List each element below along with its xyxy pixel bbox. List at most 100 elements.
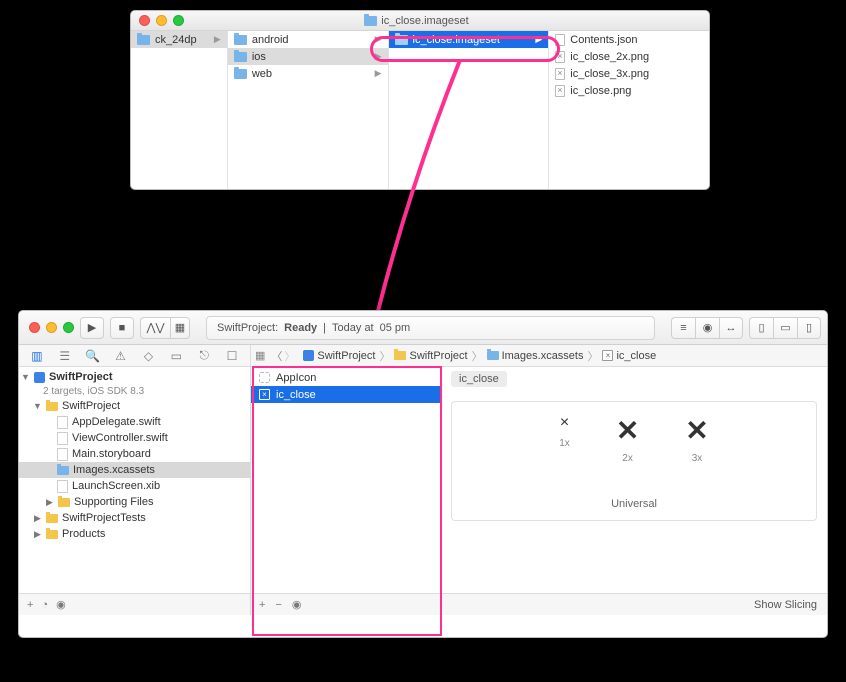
imageset-icon: × <box>602 350 613 361</box>
image-file-icon <box>555 68 565 80</box>
column-0[interactable]: ck_24dp ▶ <box>131 31 228 189</box>
tree-row[interactable]: ▶ Supporting Files <box>19 494 250 510</box>
list-item[interactable]: ic_close.png <box>549 82 709 99</box>
left-panel-icon[interactable]: ▯ <box>749 317 773 339</box>
canvas-header: ic_close <box>441 367 827 391</box>
stop-button[interactable]: ■ <box>110 317 134 339</box>
destination-icon[interactable]: ▦ <box>170 317 190 339</box>
close-glyph-icon: ✕ <box>616 414 639 447</box>
disclosure-icon[interactable]: ▶ <box>45 497 54 508</box>
swift-file-icon <box>57 416 68 429</box>
scale-label: 3x <box>692 453 703 464</box>
close-icon[interactable] <box>29 322 40 333</box>
list-item[interactable]: android ▶ <box>228 31 388 48</box>
tree-row[interactable]: AppDelegate.swift <box>19 414 250 430</box>
tree-row[interactable]: ▼ SwiftProject <box>19 369 250 385</box>
list-item[interactable]: ic_close_2x.png <box>549 48 709 65</box>
scheme-selector[interactable]: ⋀⋁ ▦ <box>140 317 190 339</box>
filter-recent-icon[interactable]: ◔ <box>41 599 48 611</box>
item-label: ic_close.png <box>570 85 631 97</box>
jump-segment[interactable]: ×ic_close <box>602 350 656 362</box>
issue-nav-icon[interactable]: ⚠ <box>107 349 135 363</box>
standard-editor-icon[interactable]: ≡ <box>671 317 695 339</box>
tree-row[interactable]: Main.storyboard <box>19 446 250 462</box>
list-item[interactable]: Contents.json <box>549 31 709 48</box>
activity-view[interactable]: SwiftProject: Ready | Today at 05 pm <box>206 316 655 340</box>
remove-button[interactable]: − <box>275 599 281 611</box>
titlebar[interactable]: ic_close.imageset <box>131 11 709 31</box>
tree-label: SwiftProject <box>49 371 113 383</box>
zoom-icon[interactable] <box>173 15 184 26</box>
set-name-badge[interactable]: ic_close <box>451 371 507 387</box>
navigator-footer: + ◔ ◉ <box>19 593 250 615</box>
list-item[interactable]: web ▶ <box>228 65 388 82</box>
asset-outline[interactable]: AppIcon × ic_close + − ◉ <box>251 367 441 615</box>
bottom-panel-icon[interactable]: ▭ <box>773 317 797 339</box>
project-navigator[interactable]: ▼ SwiftProject 2 targets, iOS SDK 8.3 ▼ … <box>19 367 251 615</box>
version-editor-icon[interactable]: ↔ <box>719 317 743 339</box>
filter-icon[interactable]: ◉ <box>292 598 302 611</box>
list-item[interactable]: ck_24dp ▶ <box>131 31 227 48</box>
tree-row[interactable]: ▶ Products <box>19 526 250 542</box>
list-item[interactable]: ios ▶ <box>228 48 388 65</box>
related-icon[interactable]: ▦ <box>255 349 265 362</box>
list-item[interactable]: ic_close.imageset ▶ <box>389 31 549 48</box>
list-item[interactable]: ic_close_3x.png <box>549 65 709 82</box>
back-icon[interactable]: 〈 <box>271 348 282 364</box>
item-label: ic_close_2x.png <box>570 51 649 63</box>
scheme-icon[interactable]: ⋀⋁ <box>140 317 170 339</box>
minimize-icon[interactable] <box>46 322 57 333</box>
image-slot[interactable]: ✕ 2x <box>616 414 639 464</box>
tree-row[interactable]: ViewController.swift <box>19 430 250 446</box>
right-panel-icon[interactable]: ▯ <box>797 317 821 339</box>
jump-bar[interactable]: ▦ 〈 〉 SwiftProject 〉 SwiftProject 〉 Imag… <box>251 345 827 366</box>
panel-toggles[interactable]: ▯ ▭ ▯ <box>749 317 821 339</box>
tree-subtitle: 2 targets, iOS SDK 8.3 <box>19 385 250 398</box>
run-button[interactable]: ▶ <box>80 317 104 339</box>
asset-label: ic_close <box>276 389 316 401</box>
project-nav-icon[interactable]: ▥ <box>23 349 51 363</box>
forward-icon[interactable]: 〉 <box>284 348 295 364</box>
jump-segment[interactable]: SwiftProject <box>303 350 375 362</box>
tree-row[interactable]: ▼ SwiftProject <box>19 398 250 414</box>
close-icon[interactable] <box>139 15 150 26</box>
image-slot[interactable]: ✕ 3x <box>685 414 708 464</box>
asset-row[interactable]: × ic_close <box>251 386 440 403</box>
tree-row[interactable]: Images.xcassets <box>19 462 250 478</box>
symbol-nav-icon[interactable]: ☰ <box>51 349 79 363</box>
jump-segment[interactable]: Images.xcassets <box>487 350 584 362</box>
folder-icon <box>137 35 150 45</box>
add-button[interactable]: + <box>27 599 33 611</box>
asset-list[interactable]: AppIcon × ic_close <box>251 367 440 593</box>
add-button[interactable]: + <box>259 599 265 611</box>
zoom-icon[interactable] <box>63 322 74 333</box>
tree-row[interactable]: ▶ SwiftProjectTests <box>19 510 250 526</box>
column-1[interactable]: android ▶ ios ▶ web ▶ <box>228 31 389 189</box>
jump-segment[interactable]: SwiftProject <box>394 350 467 362</box>
disclosure-icon[interactable]: ▼ <box>33 401 42 411</box>
column-2[interactable]: ic_close.imageset ▶ <box>389 31 550 189</box>
debug-nav-icon[interactable]: ▭ <box>162 349 190 363</box>
navigator-tabs[interactable]: ▥ ☰ 🔍 ⚠ ◇ ▭ ⎋ ☐ <box>19 345 251 366</box>
asset-row[interactable]: AppIcon <box>251 369 440 386</box>
disclosure-icon[interactable]: ▶ <box>33 513 42 524</box>
breakpoint-nav-icon[interactable]: ⎋ <box>190 348 218 363</box>
asset-footer: + − ◉ <box>251 593 440 615</box>
disclosure-icon[interactable]: ▼ <box>21 372 30 382</box>
tree[interactable]: ▼ SwiftProject 2 targets, iOS SDK 8.3 ▼ … <box>19 367 250 593</box>
tree-label: Images.xcassets <box>73 464 155 476</box>
item-label: android <box>252 34 289 46</box>
find-nav-icon[interactable]: 🔍 <box>79 349 107 363</box>
tree-label: Supporting Files <box>74 496 154 508</box>
column-3[interactable]: Contents.json ic_close_2x.png ic_close_3… <box>549 31 709 189</box>
disclosure-icon[interactable]: ▶ <box>33 529 42 540</box>
test-nav-icon[interactable]: ◇ <box>135 349 163 363</box>
minimize-icon[interactable] <box>156 15 167 26</box>
editor-mode[interactable]: ≡ ◉ ↔ <box>671 317 743 339</box>
assistant-editor-icon[interactable]: ◉ <box>695 317 719 339</box>
filter-scm-icon[interactable]: ◉ <box>56 598 66 611</box>
tree-row[interactable]: LaunchScreen.xib <box>19 478 250 494</box>
show-slicing-button[interactable]: Show Slicing <box>754 599 817 611</box>
image-slot[interactable]: × 1x <box>559 414 570 464</box>
report-nav-icon[interactable]: ☐ <box>218 349 246 363</box>
